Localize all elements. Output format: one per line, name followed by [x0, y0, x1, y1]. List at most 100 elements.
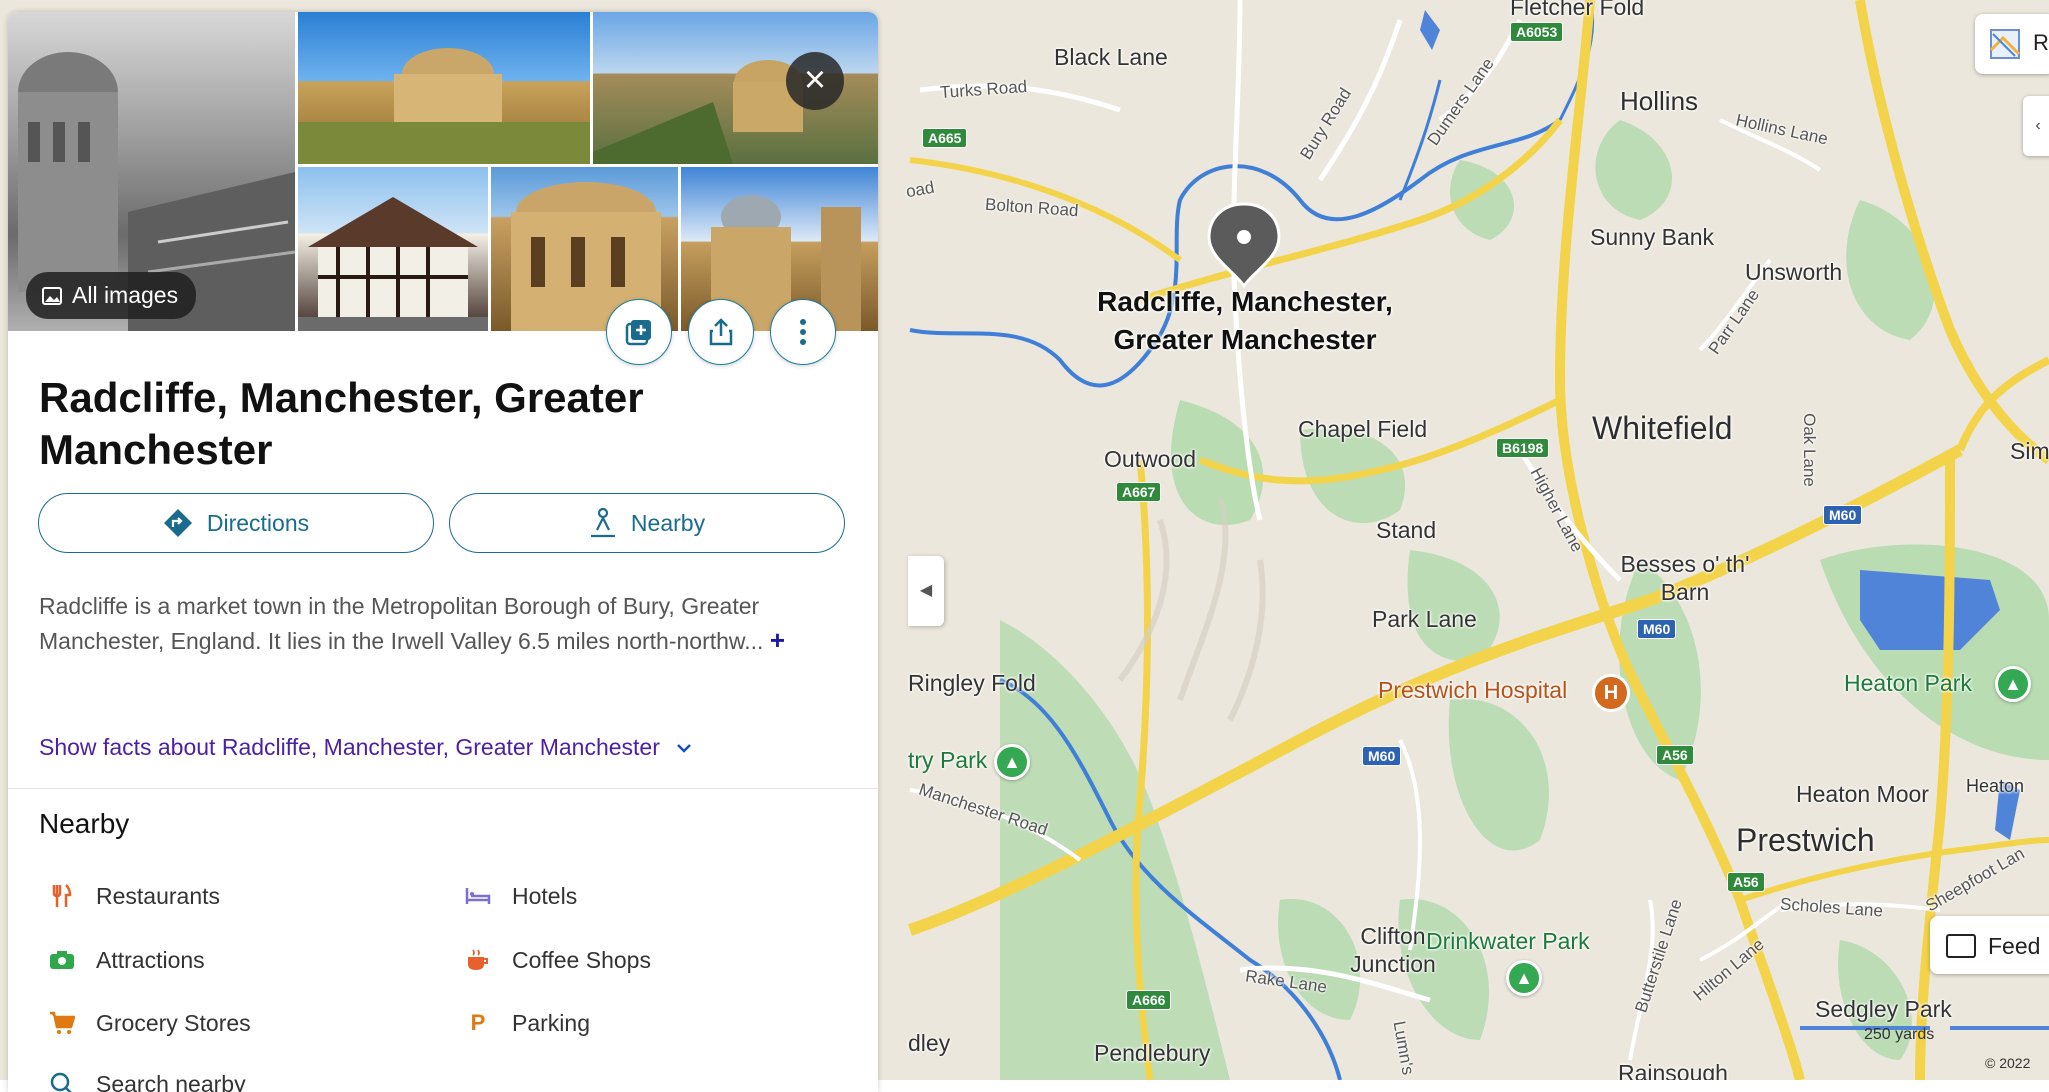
nearby-item-label: Grocery Stores — [96, 1010, 251, 1037]
place-info-panel: All images × Radcliffe, Manchester, Grea… — [8, 12, 878, 1092]
feedback-icon — [1946, 934, 1976, 958]
expand-description-button[interactable]: + — [770, 625, 785, 655]
map-style-label: R — [2033, 30, 2049, 56]
page-title: Radcliffe, Manchester, Greater Mancheste… — [39, 372, 859, 476]
place-hollins: Hollins — [1620, 86, 1698, 117]
share-icon — [708, 317, 734, 347]
cart-icon — [48, 1009, 76, 1037]
nearby-item-label: Attractions — [96, 947, 205, 974]
place-fletcher-fold: Fletcher Fold — [1510, 0, 1644, 21]
road-shield-a56: A56 — [1656, 745, 1694, 765]
place-sunny-bank: Sunny Bank — [1590, 224, 1714, 251]
nearby-item-label: Search nearby — [96, 1071, 246, 1092]
parking-icon: P — [464, 1009, 492, 1037]
place-whitefield: Whitefield — [1592, 410, 1733, 447]
place-black-lane: Black Lane — [1054, 44, 1168, 71]
scale-label: 250 yards — [1864, 1026, 1934, 1044]
more-options-button[interactable] — [770, 299, 836, 365]
close-button[interactable]: × — [786, 52, 844, 110]
map-style-button[interactable]: R — [1975, 14, 2049, 74]
expand-toolbar-button[interactable]: ‹ — [2023, 96, 2049, 156]
share-button[interactable] — [688, 299, 754, 365]
nearby-item-label: Coffee Shops — [512, 947, 651, 974]
road-shield-a667: A667 — [1116, 482, 1161, 502]
nearby-button[interactable]: Nearby — [449, 493, 845, 553]
show-facts-label: Show facts about Radcliffe, Manchester, … — [39, 734, 660, 761]
place-chapel-field: Chapel Field — [1298, 416, 1427, 443]
place-sedgley-park: Sedgley Park — [1815, 996, 1952, 1023]
nearby-section-header: Nearby — [39, 808, 129, 840]
feedback-label: Feed — [1988, 933, 2040, 959]
nearby-item-label: Restaurants — [96, 883, 220, 910]
camera-icon — [48, 946, 76, 974]
place-rainsough: Rainsough — [1618, 1060, 1728, 1080]
place-heaton: Heaton — [1966, 776, 2024, 797]
park-tree-icon[interactable]: ▲ — [1506, 960, 1542, 996]
nearby-item-grocery-stores[interactable]: Grocery Stores — [48, 1009, 251, 1037]
all-images-label: All images — [72, 282, 178, 309]
road-oak-lane: Oak Lane — [1799, 413, 1819, 487]
photo-radcliffe-camera-blue-sky[interactable] — [298, 12, 590, 164]
place-heaton-park[interactable]: Heaton Park — [1844, 670, 1972, 697]
photo-drawing — [298, 167, 488, 331]
nearby-item-attractions[interactable]: Attractions — [48, 946, 205, 974]
road-shield-m60: M60 — [1823, 505, 1862, 525]
show-facts-link[interactable]: Show facts about Radcliffe, Manchester, … — [39, 734, 692, 761]
fork-knife-icon — [48, 882, 76, 910]
nearby-item-restaurants[interactable]: Restaurants — [48, 882, 220, 910]
nearby-item-label: Hotels — [512, 883, 577, 910]
directions-icon — [163, 508, 193, 538]
place-drinkwater-park[interactable]: Drinkwater Park — [1426, 928, 1590, 955]
nearby-label: Nearby — [631, 510, 705, 537]
nearby-item-hotels[interactable]: Hotels — [464, 882, 577, 910]
directions-button[interactable]: Directions — [38, 493, 434, 553]
chevron-left-icon: ◀ — [920, 582, 932, 599]
place-prestwich-hospital[interactable]: Prestwich Hospital — [1378, 677, 1567, 704]
photo-drawing — [298, 12, 590, 164]
feedback-button[interactable]: Feed — [1930, 916, 2049, 974]
more-vertical-icon — [799, 317, 807, 347]
photo-tudor-pub[interactable] — [298, 167, 488, 331]
road-shield-a665: A665 — [922, 128, 967, 148]
coffee-icon — [464, 946, 492, 974]
place-sim: Sim — [2010, 438, 2049, 465]
chevron-left-icon: ‹ — [2035, 117, 2040, 134]
divider — [8, 788, 878, 789]
save-to-collection-button[interactable] — [606, 299, 672, 365]
road-shield-a56: A56 — [1727, 872, 1765, 892]
close-icon: × — [804, 59, 826, 101]
place-pendlebury: Pendlebury — [1094, 1040, 1210, 1067]
nearby-item-search[interactable]: Search nearby — [48, 1070, 246, 1092]
location-pin-icon[interactable] — [1205, 200, 1283, 290]
place-dley: dley — [908, 1030, 950, 1057]
place-try-park[interactable]: try Park — [908, 747, 987, 774]
park-tree-icon[interactable]: ▲ — [994, 744, 1030, 780]
place-outwood: Outwood — [1104, 446, 1196, 473]
map-layers-icon — [1989, 28, 2021, 60]
road-shield-b6198: B6198 — [1496, 438, 1549, 458]
road-shield-m60: M60 — [1362, 746, 1401, 766]
place-heaton-moor: Heaton Moor — [1796, 781, 1929, 808]
nearby-item-coffee-shops[interactable]: Coffee Shops — [464, 946, 651, 974]
search-icon — [48, 1070, 76, 1092]
park-tree-icon[interactable]: ▲ — [1995, 666, 2031, 702]
bed-icon — [464, 882, 492, 910]
place-description: Radcliffe is a market town in the Metrop… — [39, 589, 839, 658]
chevron-down-icon — [676, 743, 692, 753]
nearby-item-label: Parking — [512, 1010, 590, 1037]
pin-label: Radcliffe, Manchester, Greater Mancheste… — [1090, 283, 1400, 359]
nearby-item-parking[interactable]: P Parking — [464, 1009, 590, 1037]
place-besses-o-th-barn: Besses o' th' Barn — [1620, 550, 1750, 606]
road-shield-a666: A666 — [1126, 990, 1171, 1010]
all-images-button[interactable]: All images — [26, 272, 196, 319]
description-text: Radcliffe is a market town in the Metrop… — [39, 593, 763, 654]
nearby-person-icon — [589, 508, 617, 538]
collapse-panel-button[interactable]: ◀ — [908, 556, 944, 626]
hospital-icon[interactable]: H — [1592, 674, 1630, 712]
copyright-text: © 2022 — [1985, 1055, 2030, 1071]
add-to-collection-icon — [624, 317, 654, 347]
place-stand: Stand — [1376, 517, 1436, 544]
place-park-lane: Park Lane — [1372, 606, 1477, 633]
directions-label: Directions — [207, 510, 309, 537]
image-icon — [42, 287, 62, 305]
